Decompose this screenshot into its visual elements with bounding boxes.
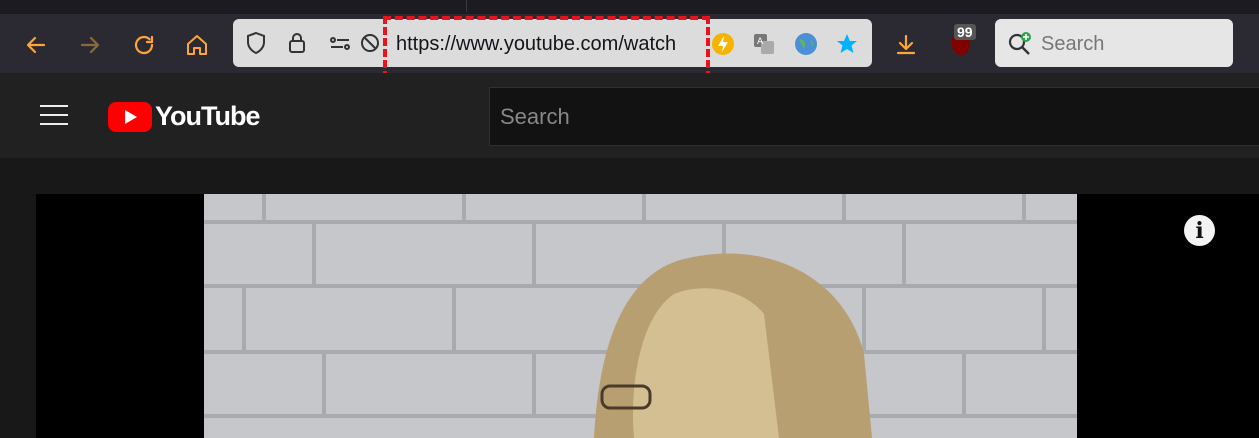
bookmark-star-icon: [837, 34, 857, 53]
url-text[interactable]: https://www.youtube.com/watch: [396, 31, 696, 57]
video-still: [204, 194, 1077, 438]
play-icon: [108, 101, 152, 132]
search-placeholder: Search: [1041, 33, 1105, 55]
video-frame[interactable]: [204, 194, 1077, 438]
forward-button[interactable]: [73, 28, 107, 62]
back-button[interactable]: [19, 28, 53, 62]
search-icon: [1008, 32, 1031, 55]
lock-icon[interactable]: [285, 31, 309, 55]
reload-button[interactable]: [127, 28, 161, 62]
globe-icon: [795, 33, 817, 55]
bookmark-star-button[interactable]: [834, 31, 860, 57]
home-icon: [187, 35, 207, 55]
reload-icon: [134, 35, 154, 55]
browser-toolbar: https://www.youtube.com/watch A 99 Searc…: [0, 14, 1259, 79]
translate-extension-button[interactable]: A: [751, 31, 777, 57]
video-player[interactable]: i: [36, 194, 1259, 438]
forward-icon: [80, 36, 100, 54]
download-icon: [896, 34, 916, 55]
svg-text:A: A: [757, 37, 764, 47]
youtube-search-input[interactable]: Search: [489, 87, 1259, 146]
home-button[interactable]: [180, 28, 214, 62]
ublock-badge: 99: [954, 24, 976, 40]
lightning-extension-button[interactable]: [710, 31, 736, 57]
youtube-search-placeholder: Search: [500, 104, 570, 129]
info-button[interactable]: i: [1184, 215, 1215, 246]
youtube-header: YouTube Search: [0, 73, 1259, 158]
tab-separator: [466, 0, 467, 12]
tracking-protection-icon[interactable]: [244, 31, 268, 55]
translate-icon: A: [754, 34, 774, 54]
url-bar[interactable]: https://www.youtube.com/watch A: [233, 16, 872, 79]
main-content: i: [0, 158, 1259, 438]
back-icon: [26, 36, 46, 54]
globe-extension-button[interactable]: [793, 31, 819, 57]
web-search-box[interactable]: Search: [995, 19, 1233, 67]
youtube-wordmark: YouTube: [155, 101, 260, 131]
permissions-icon[interactable]: [328, 31, 352, 55]
lightning-icon: [712, 33, 734, 55]
tab-strip: [0, 0, 1259, 14]
tracking-off-icon[interactable]: [358, 31, 382, 55]
youtube-logo[interactable]: YouTube: [108, 101, 260, 132]
downloads-button[interactable]: [889, 28, 923, 62]
menu-icon[interactable]: [40, 105, 68, 127]
